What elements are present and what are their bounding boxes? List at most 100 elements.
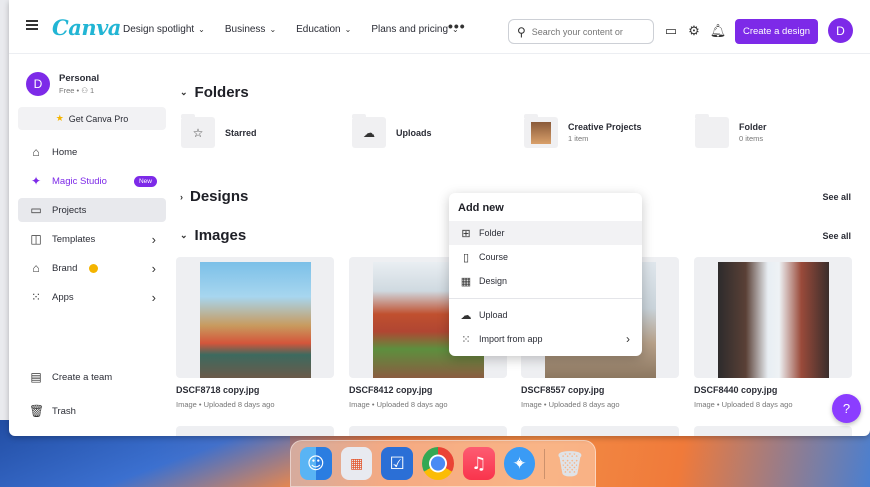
template-icon: ◫	[30, 232, 42, 246]
book-icon: ▯	[462, 251, 470, 264]
crown-icon: ★	[55, 113, 64, 123]
desktop: ☺ ▦ ☑ ♫ ✧ 🗑 Canva Design spotlight ⌄ Busi…	[0, 0, 870, 487]
folder-uploads[interactable]: ☁ Uploads	[352, 114, 432, 148]
dock-divider	[544, 448, 546, 479]
folder-icon: ▭	[30, 203, 42, 217]
add-design-item[interactable]: ▦ Design	[449, 269, 642, 293]
team-icon: ▤	[30, 370, 42, 384]
folder-add-icon: ⊞	[461, 227, 471, 240]
sidebar-item-projects[interactable]: ▭ Projects	[18, 198, 166, 222]
desktop-app-icon[interactable]: ▭	[663, 23, 679, 39]
chevron-right-icon: ›	[626, 332, 630, 346]
chevron-right-icon: ›	[180, 191, 183, 202]
folder-thumbnail-icon	[524, 114, 558, 148]
image-meta: Image • Uploaded 8 days ago	[349, 400, 448, 409]
finder-icon[interactable]: ☺	[300, 447, 332, 480]
nav-education[interactable]: Education ⌄	[296, 24, 351, 35]
sidebar-item-brand[interactable]: ⌂ Brand ›	[18, 256, 166, 280]
images-see-all-link[interactable]: See all	[822, 231, 851, 241]
apps-icon: ⁙	[461, 333, 471, 346]
chrome-icon[interactable]	[422, 447, 454, 480]
account-plan: Free • ⚇ 1	[59, 86, 95, 95]
menu-divider	[449, 298, 642, 299]
account-switcher[interactable]: D Personal Free • ⚇ 1	[26, 72, 99, 96]
account-avatar: D	[26, 72, 50, 96]
image-card-next-row	[176, 426, 334, 436]
image-name: DSCF8557 copy.jpg	[521, 385, 605, 395]
image-meta: Image • Uploaded 8 days ago	[521, 400, 620, 409]
folder-creative-projects[interactable]: Creative Projects 1 item	[524, 114, 642, 148]
nav-plans-pricing[interactable]: Plans and pricing ⌄	[371, 24, 458, 35]
account-name: Personal	[59, 73, 100, 84]
top-bar: Canva Design spotlight ⌄ Business ⌄ Educat…	[9, 0, 870, 54]
help-button[interactable]: ?	[832, 394, 861, 423]
nav-design-spotlight[interactable]: Design spotlight ⌄	[123, 24, 205, 35]
image-thumbnail	[200, 262, 311, 378]
image-card-next-row	[521, 426, 679, 436]
notifications-icon[interactable]: 🔔︎	[710, 23, 727, 39]
apps-icon: ⁙	[30, 290, 42, 304]
image-meta: Image • Uploaded 8 days ago	[694, 400, 793, 409]
search-box[interactable]: ⚲	[508, 19, 654, 44]
image-name: DSCF8440 copy.jpg	[694, 385, 778, 395]
new-badge: New	[133, 175, 157, 187]
chevron-down-icon: ⌄	[180, 87, 188, 97]
sidebar-item-home[interactable]: ⌂ Home	[18, 140, 166, 164]
safari-icon[interactable]: ✧	[503, 447, 536, 480]
add-folder-item[interactable]: ⊞ Folder	[449, 221, 642, 245]
chevron-right-icon: ›	[151, 289, 156, 305]
members-icon: ⚇	[81, 86, 88, 95]
sidebar-item-trash[interactable]: 🗑︎ Trash	[18, 399, 166, 423]
chevron-down-icon: ⌄	[269, 25, 277, 34]
add-new-menu: Add new ⊞ Folder ▯ Course ▦ Design ☁ Upload …	[449, 193, 642, 356]
folders-heading[interactable]: ⌄ Folders	[180, 84, 249, 101]
star-icon: ☆	[181, 114, 215, 148]
image-meta: Image • Uploaded 8 days ago	[176, 400, 275, 409]
add-new-title: Add new	[458, 202, 504, 214]
avatar[interactable]: D	[828, 18, 853, 43]
trash-icon: 🗑︎	[29, 404, 45, 418]
folder-folder[interactable]: Folder 0 items	[695, 114, 767, 148]
sparkle-icon: ✦	[30, 174, 42, 188]
sidebar-item-templates[interactable]: ◫ Templates ›	[18, 227, 166, 251]
designs-see-all-link[interactable]: See all	[822, 192, 851, 202]
design-grid-icon: ▦	[460, 275, 472, 288]
chevron-right-icon: ›	[151, 260, 156, 276]
create-team-button[interactable]: ▤ Create a team	[18, 365, 166, 389]
trash-icon[interactable]: 🗑	[554, 447, 586, 480]
cloud-upload-icon: ☁	[352, 114, 386, 148]
dock: ☺ ▦ ☑ ♫ ✧ 🗑	[290, 440, 596, 487]
get-canva-pro-button[interactable]: ★ Get Canva Pro	[18, 107, 166, 130]
chevron-down-icon: ⌄	[198, 25, 205, 34]
images-heading[interactable]: ⌄ Images	[180, 227, 246, 244]
import-from-app-item[interactable]: ⁙ Import from app ›	[449, 327, 642, 351]
music-icon[interactable]: ♫	[462, 447, 495, 480]
designs-heading[interactable]: › Designs	[180, 188, 248, 205]
upload-item[interactable]: ☁ Upload	[449, 303, 642, 327]
sidebar: D Personal Free • ⚇ 1 ★ Get Canva Pro ⌂ …	[9, 55, 175, 436]
launchpad-icon[interactable]: ▦	[340, 447, 373, 480]
menu-icon[interactable]	[26, 20, 38, 30]
brand-icon: ⌂	[32, 261, 40, 275]
more-menu-button[interactable]: •••	[448, 18, 466, 34]
image-card[interactable]	[176, 257, 334, 378]
search-icon: ⚲	[517, 24, 526, 39]
search-input[interactable]	[531, 26, 632, 37]
image-card[interactable]	[694, 257, 852, 378]
reminders-icon[interactable]: ☑	[381, 447, 414, 480]
canva-logo[interactable]: Canva	[52, 15, 121, 40]
folder-starred[interactable]: ☆ Starred	[181, 114, 257, 148]
image-thumbnail	[718, 262, 829, 378]
add-course-item[interactable]: ▯ Course	[449, 245, 642, 269]
main-nav: Design spotlight ⌄ Business ⌄ Education ⌄ P…	[123, 24, 459, 35]
folder-icon	[695, 114, 729, 148]
chevron-down-icon: ⌄	[180, 230, 188, 240]
nav-business[interactable]: Business ⌄	[225, 24, 276, 35]
chevron-right-icon: ›	[151, 231, 156, 247]
create-design-button[interactable]: Create a design	[735, 19, 818, 44]
sidebar-item-magic-studio[interactable]: ✦ Magic Studio New	[18, 169, 166, 193]
crown-icon	[89, 263, 99, 273]
sidebar-item-apps[interactable]: ⁙ Apps ›	[18, 285, 166, 309]
settings-icon[interactable]: ⚙	[686, 23, 702, 39]
image-card-next-row	[349, 426, 507, 436]
